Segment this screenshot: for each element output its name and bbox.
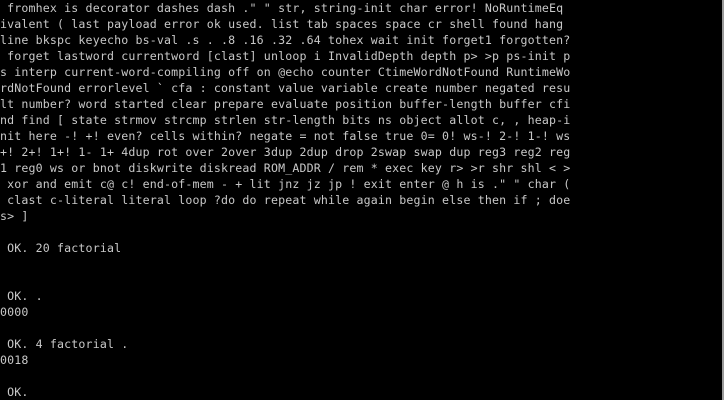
terminal-line: rdNotFound errorlevel ` cfa : constant v… xyxy=(0,81,571,95)
terminal-line: OK. 20 factorial xyxy=(0,241,122,255)
terminal-window[interactable]: fromhex is decorator dashes dash ." " st… xyxy=(0,0,724,400)
terminal-line: nit here -! +! even? cells within? negat… xyxy=(0,129,571,143)
terminal-line: line bkspc keyecho bs-val .s . .8 .16 .3… xyxy=(0,33,571,47)
terminal-line: clast c-literal literal loop ?do do repe… xyxy=(0,193,571,207)
terminal-line: OK. . xyxy=(0,289,43,303)
terminal-line: s interp current-word-compiling off on @… xyxy=(0,65,571,79)
terminal-line: 0000 xyxy=(0,305,29,319)
terminal-line: 0018 xyxy=(0,353,29,367)
terminal-line: ivalent ( last payload error ok used. li… xyxy=(0,17,564,31)
terminal-line: forget lastword currentword [clast] unlo… xyxy=(0,49,571,63)
terminal-output: fromhex is decorator dashes dash ." " st… xyxy=(0,0,722,400)
terminal-line: OK. xyxy=(0,385,29,399)
terminal-line: s> ] xyxy=(0,209,29,223)
terminal-line: lt number? word started clear prepare ev… xyxy=(0,97,571,111)
terminal-line: +! 2+! 1+! 1- 1+ 4dup rot over 2over 3du… xyxy=(0,145,571,159)
terminal-line: fromhex is decorator dashes dash ." " st… xyxy=(0,1,564,15)
terminal-line: xor and emit c@ c! end-of-mem - + lit jn… xyxy=(0,177,571,191)
terminal-line: OK. 4 factorial . xyxy=(0,337,129,351)
terminal-line: 1 reg0 ws or bnot diskwrite diskread ROM… xyxy=(0,161,571,175)
terminal-line: nd find [ state strmov strcmp strlen str… xyxy=(0,113,571,127)
